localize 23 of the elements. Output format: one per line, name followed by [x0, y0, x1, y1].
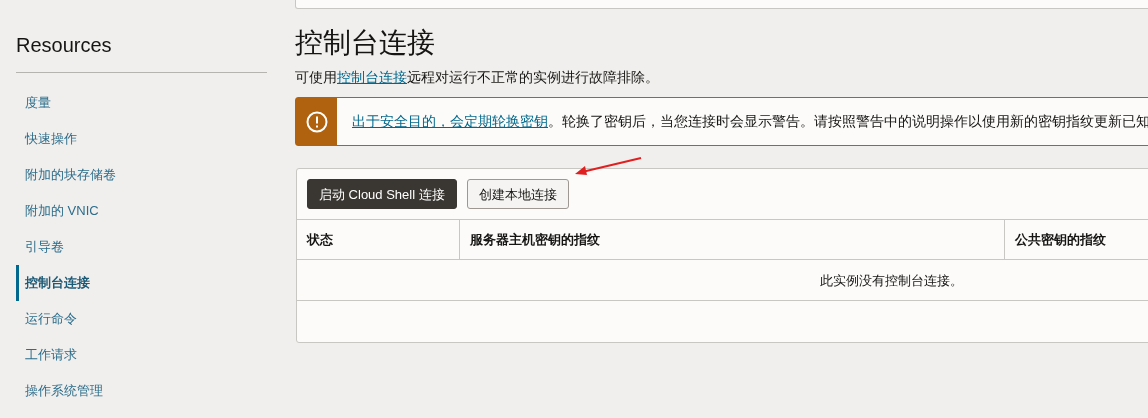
sidebar-item[interactable]: 度量 — [16, 85, 267, 121]
alert-link[interactable]: 出于安全目的，会定期轮换密钥 — [352, 113, 548, 129]
annotation-arrow — [574, 156, 643, 177]
sidebar-item[interactable]: 附加的 VNIC — [16, 193, 267, 229]
column-header: 状态 — [305, 231, 334, 249]
alert-message: 出于安全目的，会定期轮换密钥。轮换了密钥后，当您连接时会显示警告。请按照警告中的说明操作以使用新的密钥指纹更新已知 — [351, 112, 1148, 131]
empty-table-message: 此实例没有控制台连接。 — [819, 271, 963, 290]
page-description: 可使用控制台连接远程对运行不正常的实例进行故障排除。 — [295, 69, 660, 87]
sidebar-item[interactable]: 控制台连接 — [16, 265, 267, 301]
sidebar-item[interactable]: 引导卷 — [16, 229, 267, 265]
page-title: 控制台连接 — [295, 26, 436, 60]
create-button[interactable]: 创建本地连接 — [466, 179, 569, 210]
column-header: 服务器主机密钥的指纹 — [459, 220, 1004, 260]
sidebar-item[interactable]: 快速操作 — [16, 121, 267, 157]
sidebar-item[interactable]: 附加的块存储卷 — [16, 157, 267, 193]
sidebar-item[interactable]: 工作请求 — [16, 337, 267, 373]
exclamation-icon — [305, 110, 328, 133]
sidebar-title: Resources — [16, 33, 113, 57]
launch-button[interactable]: 启动 Cloud Shell 连接 — [307, 179, 457, 210]
column-header: 公共密钥的指纹 — [1004, 220, 1148, 260]
sidebar-item[interactable]: 操作系统管理 — [16, 373, 267, 409]
sidebar-item[interactable]: 运行命令 — [16, 301, 267, 337]
description-link[interactable]: 控制台连接 — [337, 70, 407, 85]
